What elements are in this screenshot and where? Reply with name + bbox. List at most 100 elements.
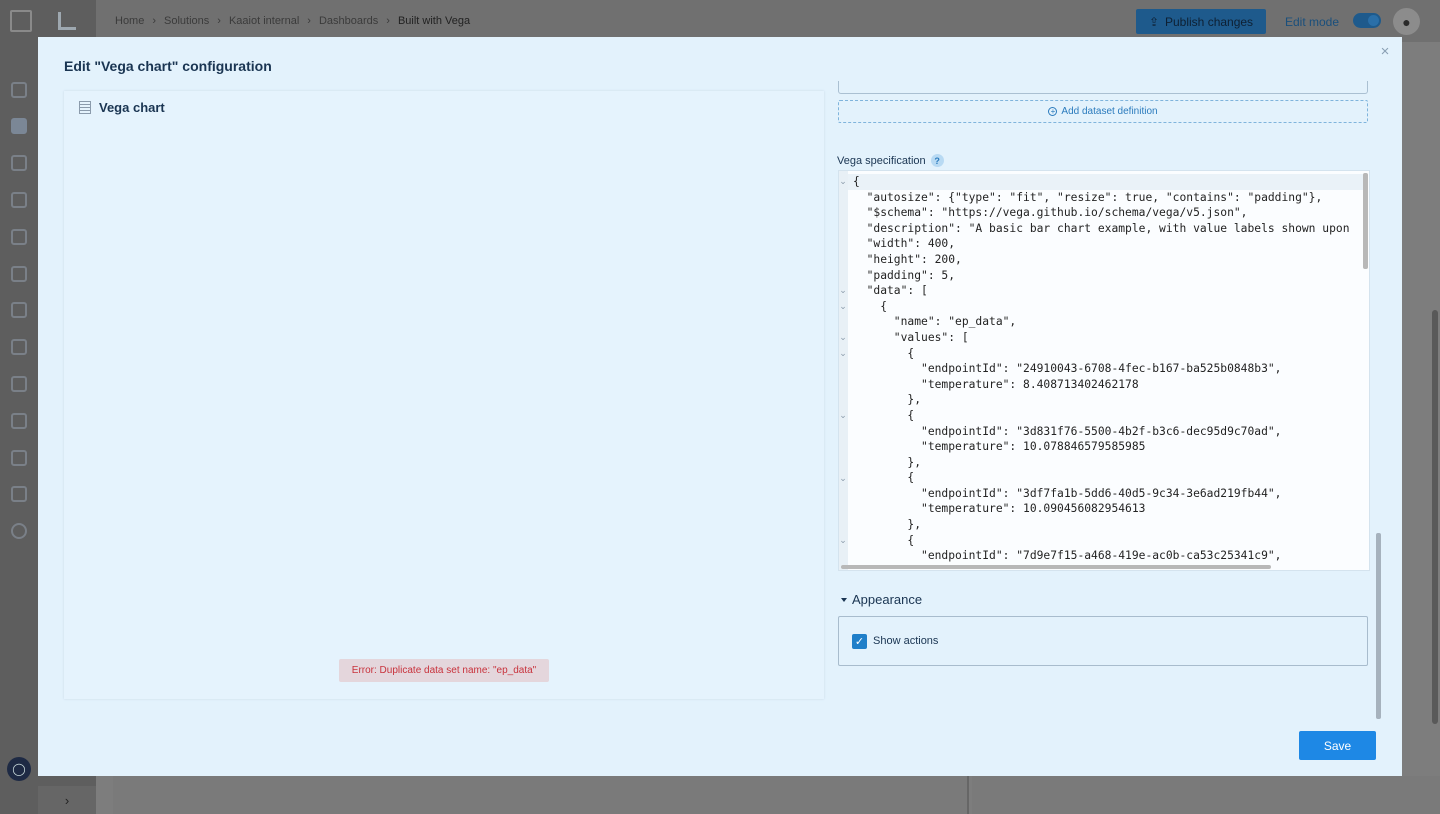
code-content[interactable]: { "autosize": {"type": "fit", "resize": … [853, 174, 1350, 564]
plus-circle-icon: + [1048, 107, 1058, 116]
appearance-section-toggle[interactable]: Appearance [841, 592, 922, 607]
code-line[interactable]: "autosize": {"type": "fit", "resize": tr… [853, 190, 1350, 206]
user-menu-button[interactable]: ● [1393, 8, 1420, 35]
publish-label: Publish changes [1165, 14, 1254, 29]
code-line[interactable]: "values": [ [853, 330, 1350, 346]
fold-arrow-icon[interactable]: ⌄ [839, 410, 847, 421]
config-panel-scrollbar[interactable] [1376, 533, 1381, 719]
fold-arrow-icon[interactable]: ⌄ [839, 535, 847, 546]
close-icon[interactable]: × [1378, 44, 1392, 59]
upload-icon: ⇪ [1148, 14, 1159, 29]
background-widget [972, 776, 1440, 814]
app-logo [10, 10, 32, 32]
fold-arrow-icon[interactable]: ⌄ [839, 301, 847, 312]
code-line[interactable]: "endpointId": "3df7fa1b-5dd6-40d5-9c34-3… [853, 486, 1350, 502]
nav-widgets-icon[interactable] [11, 486, 27, 502]
nav-storage-icon[interactable] [11, 376, 27, 392]
chevron-right-icon: › [152, 15, 157, 27]
code-line[interactable]: "padding": 5, [853, 268, 1350, 284]
code-line[interactable]: "temperature": 10.078846579585985 [853, 439, 1350, 455]
code-line[interactable]: "temperature": 10.090456082954613 [853, 501, 1350, 517]
background-widget [113, 776, 969, 814]
fold-arrow-icon[interactable]: ⌄ [839, 285, 847, 296]
chat-button[interactable]: ◯ [7, 757, 31, 781]
code-line[interactable]: "$schema": "https://vega.github.io/schem… [853, 205, 1350, 221]
code-line[interactable]: "data": [ [853, 283, 1350, 299]
fold-arrow-icon[interactable]: ⌄ [839, 473, 847, 484]
show-actions-label[interactable]: Show actions [873, 635, 938, 647]
code-line[interactable]: { [853, 470, 1350, 486]
editor-gutter [839, 171, 848, 570]
nav-bell-icon[interactable] [11, 266, 27, 282]
code-line[interactable]: { [853, 346, 1350, 362]
appearance-section: ✓ Show actions [838, 616, 1368, 666]
breadcrumb: Home › Solutions › Kaaiot internal › Dashbo… [115, 15, 470, 27]
nav-image-icon[interactable] [11, 192, 27, 208]
breadcrumb-item[interactable]: Solutions [164, 15, 209, 27]
code-line[interactable]: { [853, 174, 1350, 190]
expand-sidebar-button[interactable]: › [38, 786, 96, 814]
fold-arrow-icon[interactable]: ⌄ [839, 348, 847, 359]
publish-changes-button[interactable]: ⇪ Publish changes [1136, 9, 1266, 34]
chevron-right-icon: › [64, 792, 70, 808]
nav-help-icon[interactable] [11, 523, 27, 539]
nav-gear-icon[interactable] [11, 450, 27, 466]
nav-folder-icon[interactable] [11, 413, 27, 429]
nav-user-icon[interactable] [11, 339, 27, 355]
vega-spec-label-text: Vega specification [837, 154, 926, 167]
code-line[interactable]: "width": 400, [853, 236, 1350, 252]
code-line[interactable]: "height": 200, [853, 252, 1350, 268]
code-line[interactable]: { [853, 533, 1350, 549]
code-line[interactable]: "description": "A basic bar chart exampl… [853, 221, 1350, 237]
code-line[interactable]: "endpointId": "3d831f76-5500-4b2f-b3c6-d… [853, 424, 1350, 440]
edit-mode-label: Edit mode [1285, 15, 1340, 29]
config-panel: + Add dataset definition Vega specificat… [837, 81, 1381, 721]
code-line[interactable]: }, [853, 455, 1350, 471]
chart-preview-panel: Vega chart Error: Duplicate data set nam… [64, 91, 824, 699]
code-line[interactable]: }, [853, 392, 1350, 408]
preview-title: Vega chart [99, 100, 165, 115]
error-message: Error: Duplicate data set name: "ep_data… [339, 659, 549, 682]
add-dataset-button[interactable]: + Add dataset definition [838, 100, 1368, 123]
editor-vertical-scrollbar[interactable] [1363, 173, 1368, 269]
nav-analytics-icon[interactable] [11, 229, 27, 245]
code-line[interactable]: { [853, 299, 1350, 315]
check-icon: ✓ [854, 636, 865, 648]
fold-arrow-icon[interactable]: ⌄ [839, 176, 847, 187]
help-icon[interactable]: ? [930, 154, 944, 167]
edit-widget-modal: Edit "Vega chart" configuration × Vega c… [38, 37, 1402, 776]
breadcrumb-current: Built with Vega [397, 15, 471, 27]
nav-apps-icon[interactable] [11, 118, 27, 134]
caret-down-icon [841, 597, 847, 602]
add-dataset-label: Add dataset definition [1061, 106, 1158, 117]
code-line[interactable]: "endpointId": "24910043-6708-4fec-b167-b… [853, 361, 1350, 377]
nav-code-icon[interactable] [11, 155, 27, 171]
code-line[interactable]: "name": "ep_data", [853, 314, 1350, 330]
code-line[interactable]: "temperature": 8.408713402462178 [853, 377, 1350, 393]
chevron-right-icon: › [386, 15, 390, 27]
vega-spec-label: Vega specification ? [837, 154, 944, 167]
code-editor[interactable]: ⌄ ⌄ ⌄ ⌄ ⌄ ⌄ ⌄ ⌄ { "autosize": {"type": "… [838, 170, 1370, 571]
edit-mode-toggle[interactable] [1353, 13, 1381, 28]
chat-icon: ◯ [12, 762, 26, 776]
breadcrumb-item[interactable]: Kaaiot internal [229, 15, 299, 27]
save-button[interactable]: Save [1299, 731, 1376, 760]
breadcrumb-item[interactable]: Home [115, 15, 144, 27]
fold-arrow-icon[interactable]: ⌄ [839, 332, 847, 343]
code-line[interactable]: { [853, 408, 1350, 424]
code-line[interactable]: }, [853, 517, 1350, 533]
breadcrumb-item[interactable]: Dashboards [319, 15, 378, 27]
preview-header: Vega chart [79, 100, 165, 115]
brand-icon [58, 12, 76, 30]
code-line[interactable]: "endpointId": "7d9e7f15-a468-419e-ac0b-c… [853, 548, 1350, 564]
show-actions-checkbox[interactable]: ✓ [852, 634, 867, 649]
nav-link-icon[interactable] [11, 302, 27, 318]
page-scrollbar[interactable] [1432, 310, 1438, 724]
appearance-label: Appearance [852, 592, 923, 607]
dataset-field[interactable] [838, 81, 1368, 94]
user-icon: ● [1402, 13, 1411, 30]
chevron-right-icon: › [217, 15, 221, 27]
chevron-right-icon: › [307, 15, 311, 27]
nav-dashboard-icon[interactable] [11, 82, 27, 98]
editor-horizontal-scrollbar[interactable] [841, 565, 1271, 569]
